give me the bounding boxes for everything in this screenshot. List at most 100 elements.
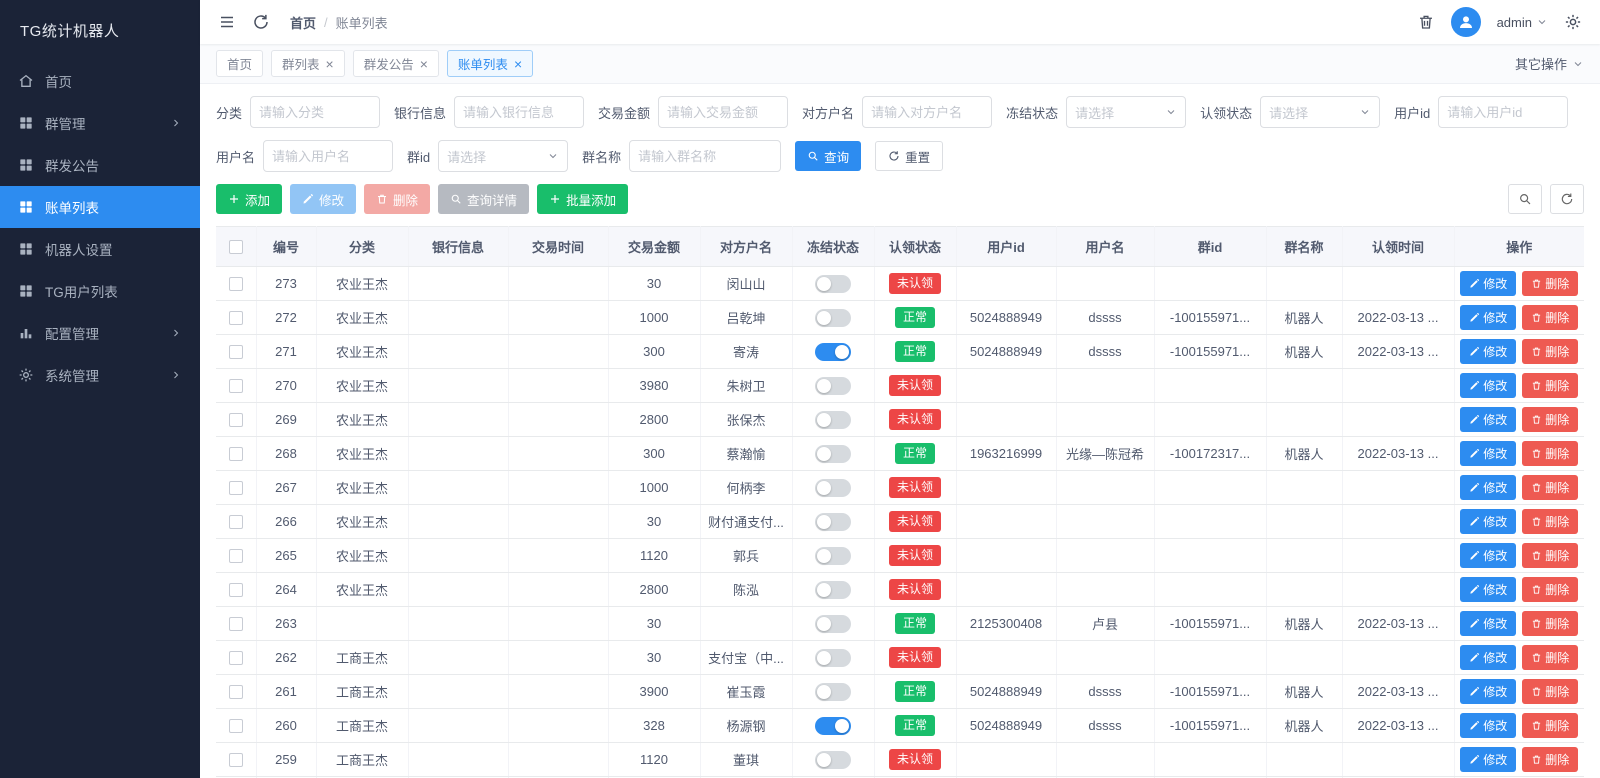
row-checkbox[interactable] (228, 413, 243, 428)
refresh-icon[interactable] (252, 13, 270, 31)
frozen-toggle[interactable] (815, 342, 851, 361)
group-name-input[interactable] (629, 140, 782, 172)
search-button[interactable]: 查询 (795, 141, 862, 171)
sidebar-item-system-manage[interactable]: 系统管理 (0, 354, 200, 396)
row-delete-button[interactable]: 删除 (1522, 713, 1579, 738)
row-delete-button[interactable]: 删除 (1522, 373, 1579, 398)
row-edit-button[interactable]: 修改 (1460, 475, 1517, 500)
row-delete-button[interactable]: 删除 (1522, 441, 1579, 466)
row-checkbox[interactable] (228, 583, 243, 598)
close-icon[interactable]: × (326, 57, 334, 71)
row-edit-button[interactable]: 修改 (1460, 305, 1517, 330)
username-input[interactable] (263, 140, 394, 172)
row-edit-button[interactable]: 修改 (1460, 645, 1517, 670)
other-actions-dropdown[interactable]: 其它操作 (1515, 54, 1584, 73)
row-delete-button[interactable]: 删除 (1522, 747, 1579, 772)
add-button[interactable]: 添加 (216, 184, 283, 214)
sidebar-item-config-manage[interactable]: 配置管理 (0, 312, 200, 354)
frozen-toggle[interactable] (815, 580, 851, 599)
user-id-input[interactable] (1438, 96, 1569, 128)
tab-home[interactable]: 首页 (216, 50, 264, 77)
user-menu[interactable]: admin (1497, 15, 1548, 30)
table-refresh-button[interactable] (1550, 184, 1584, 214)
frozen-toggle[interactable] (815, 410, 851, 429)
row-delete-button[interactable]: 删除 (1522, 509, 1579, 534)
edit-button[interactable]: 修改 (290, 184, 357, 214)
frozen-toggle[interactable] (815, 512, 851, 531)
frozen-select[interactable]: 请选择 (1066, 96, 1187, 128)
row-edit-button[interactable]: 修改 (1460, 373, 1517, 398)
delete-button[interactable]: 删除 (364, 184, 431, 214)
row-checkbox[interactable] (228, 277, 243, 292)
row-checkbox[interactable] (228, 515, 243, 530)
row-checkbox[interactable] (228, 719, 243, 734)
sidebar-item-group-announce[interactable]: 群发公告 (0, 144, 200, 186)
frozen-toggle[interactable] (815, 444, 851, 463)
amount-input[interactable] (658, 96, 789, 128)
row-delete-button[interactable]: 删除 (1522, 577, 1579, 602)
select-all-checkbox[interactable] (228, 240, 243, 255)
row-checkbox[interactable] (228, 651, 243, 666)
frozen-toggle[interactable] (815, 308, 851, 327)
hamburger-icon[interactable] (218, 13, 236, 31)
row-delete-button[interactable]: 删除 (1522, 543, 1579, 568)
row-edit-button[interactable]: 修改 (1460, 407, 1517, 432)
breadcrumb-home[interactable]: 首页 (290, 13, 316, 32)
sidebar-item-home[interactable]: 首页 (0, 60, 200, 102)
tab-group-announce[interactable]: 群发公告 × (352, 50, 439, 77)
claim-select[interactable]: 请选择 (1260, 96, 1381, 128)
gear-icon[interactable] (1564, 13, 1582, 31)
row-checkbox[interactable] (228, 753, 243, 768)
category-input[interactable] (250, 96, 381, 128)
frozen-toggle[interactable] (815, 546, 851, 565)
reset-button[interactable]: 重置 (875, 141, 944, 171)
frozen-toggle[interactable] (815, 648, 851, 667)
row-edit-button[interactable]: 修改 (1460, 611, 1517, 636)
row-checkbox[interactable] (228, 311, 243, 326)
row-checkbox[interactable] (228, 549, 243, 564)
row-edit-button[interactable]: 修改 (1460, 577, 1517, 602)
row-edit-button[interactable]: 修改 (1460, 679, 1517, 704)
row-delete-button[interactable]: 删除 (1522, 475, 1579, 500)
row-edit-button[interactable]: 修改 (1460, 339, 1517, 364)
row-checkbox[interactable] (228, 617, 243, 632)
row-edit-button[interactable]: 修改 (1460, 271, 1517, 296)
row-checkbox[interactable] (228, 481, 243, 496)
frozen-toggle[interactable] (815, 376, 851, 395)
row-delete-button[interactable]: 删除 (1522, 679, 1579, 704)
row-edit-button[interactable]: 修改 (1460, 441, 1517, 466)
detail-button[interactable]: 查询详情 (438, 184, 530, 214)
sidebar-item-tg-user-list[interactable]: TG用户列表 (0, 270, 200, 312)
batch-add-button[interactable]: 批量添加 (537, 184, 629, 214)
row-edit-button[interactable]: 修改 (1460, 713, 1517, 738)
trash-icon[interactable] (1417, 13, 1435, 31)
row-checkbox[interactable] (228, 685, 243, 700)
row-delete-button[interactable]: 删除 (1522, 271, 1579, 296)
payer-input[interactable] (862, 96, 993, 128)
row-delete-button[interactable]: 删除 (1522, 611, 1579, 636)
frozen-toggle[interactable] (815, 716, 851, 735)
bank-input[interactable] (454, 96, 585, 128)
sidebar-item-bill-list[interactable]: 账单列表 (0, 186, 200, 228)
frozen-toggle[interactable] (815, 614, 851, 633)
sidebar-item-robot-settings[interactable]: 机器人设置 (0, 228, 200, 270)
row-edit-button[interactable]: 修改 (1460, 747, 1517, 772)
close-icon[interactable]: × (514, 57, 522, 71)
sidebar-item-group-manage[interactable]: 群管理 (0, 102, 200, 144)
row-edit-button[interactable]: 修改 (1460, 509, 1517, 534)
frozen-toggle[interactable] (815, 682, 851, 701)
frozen-toggle[interactable] (815, 750, 851, 769)
table-search-button[interactable] (1508, 184, 1542, 214)
frozen-toggle[interactable] (815, 478, 851, 497)
row-checkbox[interactable] (228, 345, 243, 360)
row-delete-button[interactable]: 删除 (1522, 407, 1579, 432)
row-checkbox[interactable] (228, 379, 243, 394)
avatar[interactable] (1450, 7, 1481, 37)
group-id-select[interactable]: 请选择 (438, 140, 569, 172)
row-delete-button[interactable]: 删除 (1522, 645, 1579, 670)
tab-bill-list[interactable]: 账单列表 × (446, 50, 534, 77)
row-edit-button[interactable]: 修改 (1460, 543, 1517, 568)
row-checkbox[interactable] (228, 447, 243, 462)
row-delete-button[interactable]: 删除 (1522, 339, 1579, 364)
row-delete-button[interactable]: 删除 (1522, 305, 1579, 330)
